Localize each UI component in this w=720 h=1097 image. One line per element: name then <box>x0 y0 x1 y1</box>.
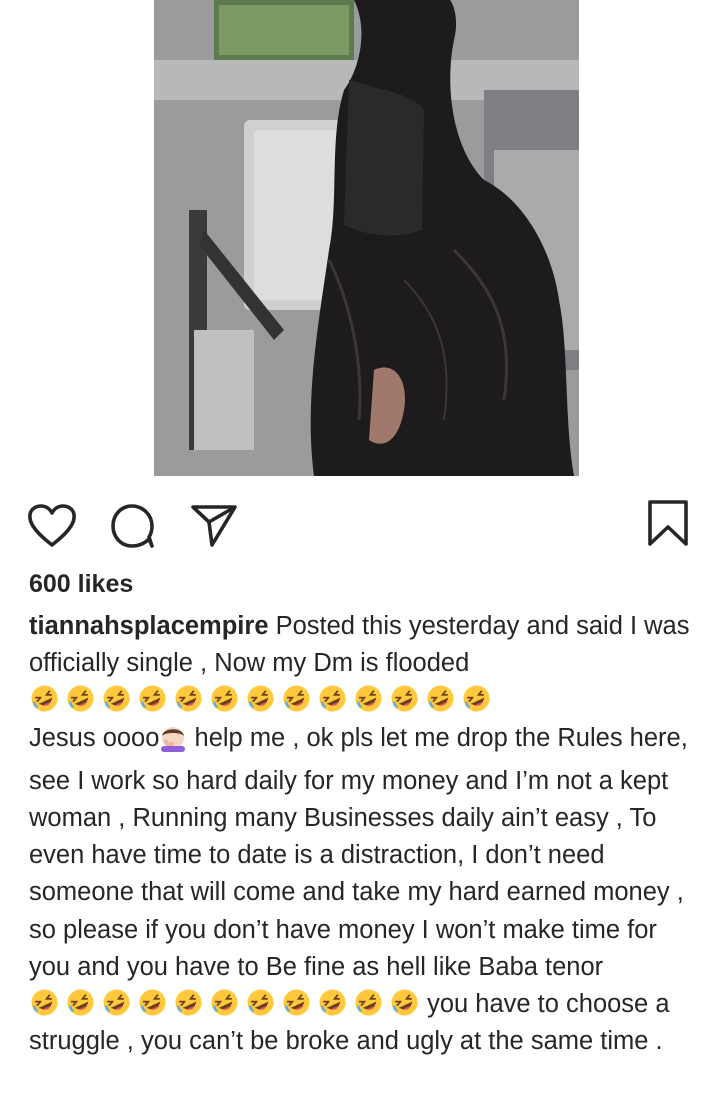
rolling-laughing-emoji <box>139 685 166 712</box>
caption-text-part3: help me , ok pls let me drop the Rules h… <box>29 723 688 981</box>
rolling-laughing-emoji <box>247 685 274 712</box>
rolling-laughing-emoji <box>67 989 94 1016</box>
rolling-laughing-emoji <box>139 989 166 1016</box>
post-photo-illustration <box>154 0 579 476</box>
post-action-bar <box>0 490 720 554</box>
rolling-laughing-emoji <box>211 989 238 1016</box>
rolling-laughing-emoji <box>463 685 490 712</box>
comment-bubble-icon[interactable] <box>110 503 156 549</box>
rolling-laughing-emoji <box>31 685 58 712</box>
rolling-laughing-emoji <box>355 989 382 1016</box>
rolling-laughing-emoji <box>247 989 274 1016</box>
rolling-laughing-emoji <box>211 685 238 712</box>
rolling-laughing-emoji <box>283 989 310 1016</box>
likes-count[interactable]: 600 likes <box>29 570 133 599</box>
rolling-laughing-emoji <box>319 989 346 1016</box>
rolling-laughing-emoji <box>355 685 382 712</box>
laughing-emoji-group-1 <box>29 683 492 714</box>
paper-plane-icon[interactable] <box>190 503 238 547</box>
heart-icon[interactable] <box>27 504 77 548</box>
rolling-laughing-emoji <box>31 989 58 1016</box>
rolling-laughing-emoji <box>175 989 202 1016</box>
post-caption: tiannahsplacempire Posted this yesterday… <box>29 608 695 1060</box>
woman-facepalming-emoji <box>159 724 187 763</box>
rolling-laughing-emoji <box>175 685 202 712</box>
bookmark-icon[interactable] <box>647 499 689 547</box>
rolling-laughing-emoji <box>103 685 130 712</box>
rolling-laughing-emoji <box>391 989 418 1016</box>
laughing-emoji-group-2 <box>29 987 420 1018</box>
post-image[interactable] <box>154 0 579 476</box>
caption-username[interactable]: tiannahsplacempire <box>29 612 269 640</box>
rolling-laughing-emoji <box>391 685 418 712</box>
rolling-laughing-emoji <box>283 685 310 712</box>
rolling-laughing-emoji <box>103 989 130 1016</box>
rolling-laughing-emoji <box>67 685 94 712</box>
rolling-laughing-emoji <box>427 685 454 712</box>
caption-text-part2: Jesus oooo <box>29 723 160 752</box>
rolling-laughing-emoji <box>319 685 346 712</box>
